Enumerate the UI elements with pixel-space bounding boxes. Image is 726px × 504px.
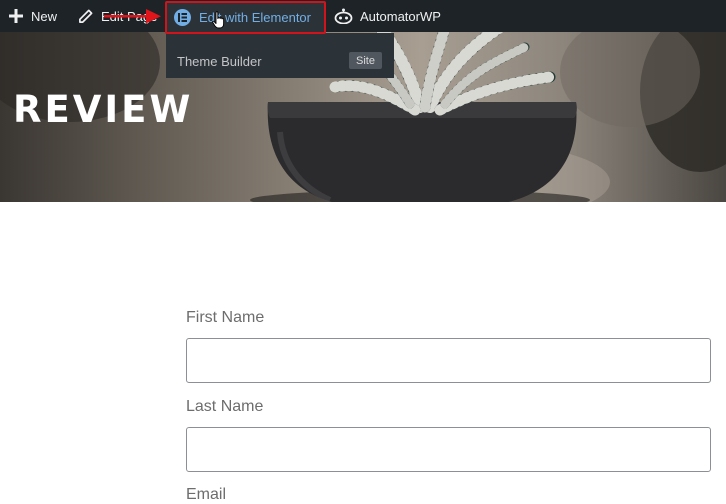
automatorwp-label: AutomatorWP [360,8,441,24]
last-name-label: Last Name [186,398,264,415]
elementor-submenu: Theme Builder Site [166,33,394,78]
robot-icon [334,8,353,24]
first-name-input[interactable] [186,338,711,383]
edit-with-elementor-menu-item[interactable]: Edit with Elementor [165,1,326,34]
site-badge: Site [349,52,382,69]
email-label: Email [186,486,227,503]
hand-cursor-icon [212,11,226,34]
red-arrow-annotation-icon [104,8,162,29]
theme-builder-item[interactable]: Theme Builder [177,54,262,69]
elementor-icon [174,9,191,26]
first-name-label: First Name [186,309,265,326]
pencil-icon [78,9,93,24]
automatorwp-menu-item[interactable]: AutomatorWP [334,0,441,32]
page-title: REVIEW [13,88,194,131]
plus-icon [9,9,23,23]
last-name-input[interactable] [186,427,711,472]
new-menu-item[interactable]: New [9,0,57,32]
new-label: New [31,8,58,24]
